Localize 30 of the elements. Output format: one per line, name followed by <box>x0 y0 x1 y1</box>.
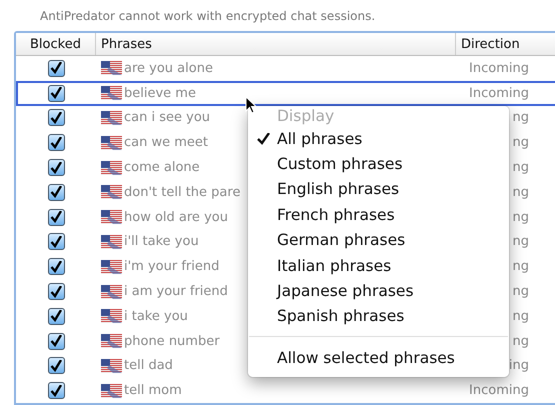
phrase-text: tell mom <box>124 383 182 398</box>
phrase-text: i'm your friend <box>124 259 220 274</box>
direction-text: ng <box>512 308 529 324</box>
phrase-text: are you alone <box>124 60 213 76</box>
direction-text: ng <box>512 184 529 200</box>
phrase-text: don't tell the pare <box>124 184 240 200</box>
menu-header: Display <box>277 106 334 126</box>
direction-text: ng <box>512 210 529 225</box>
phrase-text: phone number <box>124 334 220 349</box>
phrase-text: believe me <box>124 86 196 101</box>
direction-text: ng <box>512 259 529 274</box>
phrase-text: i take you <box>124 308 188 324</box>
direction-text: ng <box>512 135 529 150</box>
direction-text: ng <box>512 234 529 250</box>
direction-text: Incoming <box>468 383 529 398</box>
phrase-text: tell dad <box>124 358 173 374</box>
direction-text: Incoming <box>468 60 529 76</box>
direction-text: ng <box>512 284 529 300</box>
phrase-text: i am your friend <box>124 284 228 300</box>
phrase-text: i'll take you <box>124 234 199 250</box>
direction-text: ing <box>508 358 529 374</box>
direction-text: ng <box>512 334 529 349</box>
phrase-text: come alone <box>124 160 200 176</box>
phrase-text: can i see you <box>124 110 210 126</box>
phrase-text: how old are you <box>124 210 228 225</box>
notice-text: AntiPredator cannot work with encrypted chat sessions. <box>39 8 376 24</box>
direction-text: ng <box>512 110 529 126</box>
phrase-text: can we meet <box>124 135 208 150</box>
direction-text: Incoming <box>468 86 529 101</box>
direction-text: ng <box>512 160 529 176</box>
